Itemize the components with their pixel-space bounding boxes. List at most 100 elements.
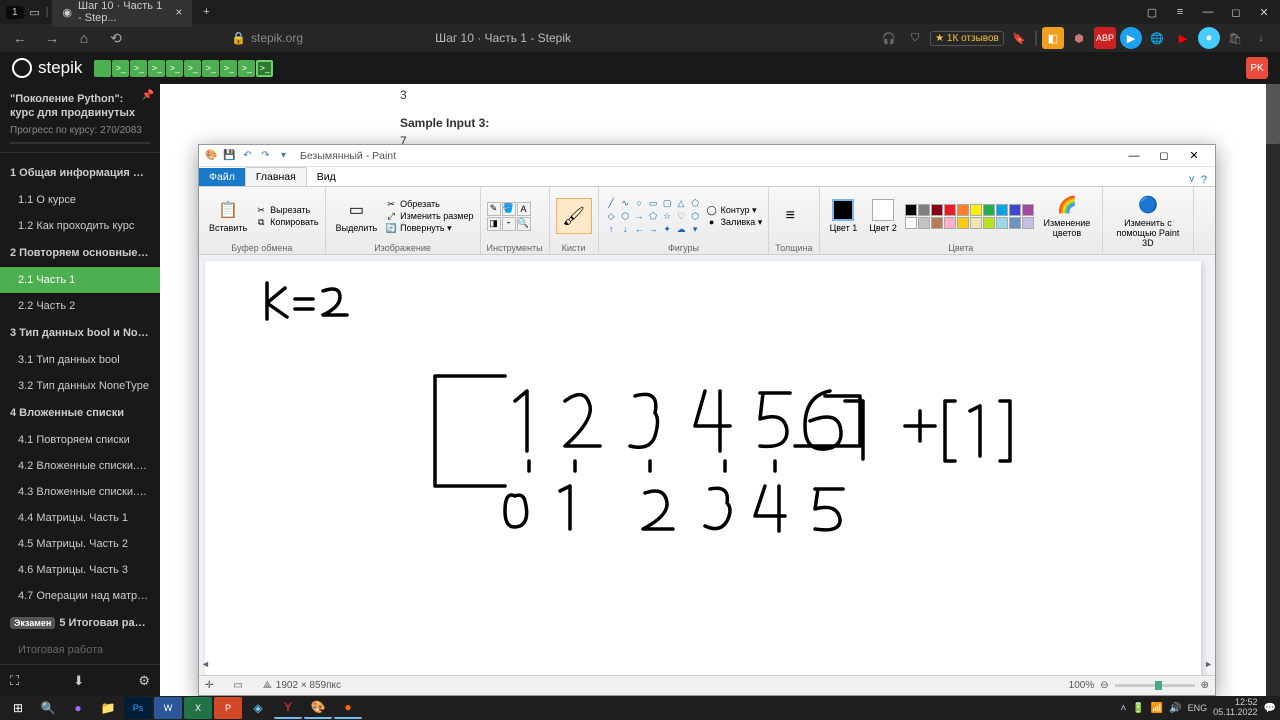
youtube-icon[interactable]: ▶ [1172, 27, 1194, 49]
sidebar-section[interactable]: Экзамен5 Итоговая работа... [0, 609, 160, 637]
palette-swatch[interactable] [957, 204, 969, 216]
palette-swatch[interactable] [1009, 204, 1021, 216]
bookmark-icon[interactable]: 🔖 [1008, 27, 1030, 49]
step-pill[interactable]: >_ [238, 60, 255, 77]
task-explorer[interactable]: 📁 [94, 697, 122, 719]
abp-icon[interactable]: ABP [1094, 27, 1116, 49]
text-tool-icon[interactable]: A [517, 202, 531, 216]
sidebar-item[interactable]: 2.2 Часть 2 [0, 293, 160, 319]
step-pill[interactable]: >_ [112, 60, 129, 77]
sidebar-section[interactable]: 1 Общая информация о ку... [0, 159, 160, 187]
palette-swatch[interactable] [1009, 217, 1021, 229]
palette-swatch[interactable] [931, 204, 943, 216]
rotate-button[interactable]: 🔄Повернуть ▾ [385, 223, 473, 234]
task-photoshop[interactable]: Ps [124, 697, 152, 719]
tab-count[interactable]: 1 [6, 6, 24, 19]
sidebar-item[interactable]: 2.1 Часть 1 [0, 267, 160, 293]
shapes-gallery[interactable]: ╱∿○▭▢△⬠ ◇⬡→⬠☆♡⬡ ↑↓←→✦☁▾ [605, 197, 702, 235]
paint-maximize-button[interactable]: ◻ [1149, 146, 1179, 166]
task-app-1[interactable]: ● [64, 697, 92, 719]
task-paint[interactable]: 🎨 [304, 697, 332, 719]
minimize-icon[interactable]: — [1198, 2, 1218, 22]
settings-icon[interactable]: ⚙ [138, 673, 150, 689]
paint-minimize-button[interactable]: — [1119, 146, 1149, 166]
color2-button[interactable]: Цвет 2 [865, 197, 901, 235]
fill-button[interactable]: ●Заливка ▾ [706, 217, 763, 228]
tray-lang[interactable]: ENG [1188, 703, 1208, 713]
back-button[interactable]: ← [8, 26, 32, 50]
forward-button[interactable]: → [40, 26, 64, 50]
zoom-in-button[interactable]: ⊕ [1201, 680, 1209, 691]
ribbon-minimize-icon[interactable]: ˅ [1188, 174, 1194, 186]
palette-swatch[interactable] [970, 217, 982, 229]
ribbon-tab-file[interactable]: Файл [199, 168, 245, 186]
sidebar-item[interactable]: 4.1 Повторяем списки [0, 427, 160, 453]
paint3d-button[interactable]: 🔵 Изменить с помощью Paint 3D [1109, 192, 1187, 250]
paint-close-button[interactable]: ✕ [1179, 146, 1209, 166]
reload-button[interactable]: ⟲ [104, 26, 128, 50]
browser-menu-icon[interactable]: ≡ [1170, 2, 1190, 22]
sidebar-item[interactable]: Итоговая работа [0, 637, 160, 663]
ext-2-icon[interactable]: ⬢ [1068, 27, 1090, 49]
palette-swatch[interactable] [983, 204, 995, 216]
sidebar-item[interactable]: 4.5 Матрицы. Часть 2 [0, 531, 160, 557]
picker-tool-icon[interactable]: ⁃ [502, 217, 516, 231]
new-tab-button[interactable]: + [196, 2, 216, 22]
ribbon-tab-view[interactable]: Вид [307, 168, 346, 186]
palette-swatch[interactable] [944, 217, 956, 229]
paint-canvas[interactable] [205, 261, 1201, 675]
step-pill[interactable]: >_ [130, 60, 147, 77]
palette-swatch[interactable] [996, 204, 1008, 216]
brush-button[interactable]: 🖌 [556, 198, 592, 234]
fill-tool-icon[interactable]: 🪣 [502, 202, 516, 216]
palette-swatch[interactable] [1022, 217, 1034, 229]
thickness-button[interactable]: ≡ [775, 203, 805, 229]
browser-tab-active[interactable]: ◉ Шаг 10 · Часть 1 - Step... × [52, 0, 192, 27]
sidebar-item[interactable]: 3.1 Тип данных bool [0, 347, 160, 373]
task-yandex[interactable]: Y [274, 697, 302, 719]
shield-icon[interactable]: ⛉ [904, 27, 926, 49]
window-restore-icon[interactable]: ▢ [1142, 2, 1162, 22]
palette-swatch[interactable] [1022, 204, 1034, 216]
close-window-icon[interactable]: ✕ [1254, 2, 1274, 22]
sidebar-section[interactable]: 2 Повторяем основные ко... [0, 239, 160, 267]
canvas-hscroll[interactable] [201, 659, 1213, 673]
sidebar-item[interactable]: 1.1 О курсе [0, 187, 160, 213]
headphones-icon[interactable]: 🎧 [878, 27, 900, 49]
palette-swatch[interactable] [996, 217, 1008, 229]
edit-colors-button[interactable]: 🌈 Изменение цветов [1038, 192, 1096, 240]
cart-icon[interactable]: 🛍 [1224, 27, 1246, 49]
palette-swatch[interactable] [983, 217, 995, 229]
help-icon[interactable]: ? [1201, 174, 1207, 186]
eraser-tool-icon[interactable]: ◨ [487, 217, 501, 231]
reviews-badge[interactable]: ★ 1К отзывов [930, 31, 1004, 46]
globe-icon[interactable]: 🌐 [1146, 27, 1168, 49]
tray-battery-icon[interactable]: 🔋 [1132, 703, 1144, 714]
sidebar-item[interactable]: 4.6 Матрицы. Часть 3 [0, 557, 160, 583]
pin-icon[interactable]: 📌 [142, 90, 154, 101]
task-word[interactable]: W [154, 697, 182, 719]
palette-swatch[interactable] [931, 217, 943, 229]
address-bar[interactable]: 🔒 stepik.org Шаг 10 · Часть 1 - Stepik [136, 31, 870, 45]
palette-swatch[interactable] [905, 217, 917, 229]
sidebar-item[interactable]: 4.3 Вложенные списки. Ча... [0, 479, 160, 505]
tray-volume-icon[interactable]: 🔊 [1169, 703, 1181, 714]
home-button[interactable]: ⌂ [72, 26, 96, 50]
palette-swatch[interactable] [905, 204, 917, 216]
download-icon[interactable]: ↓ [1250, 27, 1272, 49]
sidebar-item[interactable]: 3.2 Тип данных NoneType [0, 373, 160, 399]
color1-button[interactable]: Цвет 1 [826, 197, 862, 235]
ext-1-icon[interactable]: ◧ [1042, 27, 1064, 49]
step-pill[interactable]: >_ [184, 60, 201, 77]
tray-expand-icon[interactable]: ˄ [1120, 703, 1126, 714]
step-pill[interactable]: >_ [220, 60, 237, 77]
palette-swatch[interactable] [918, 204, 930, 216]
palette-swatch[interactable] [918, 217, 930, 229]
paste-button[interactable]: 📋 Вставить [205, 197, 251, 235]
step-pill[interactable]: >_ [202, 60, 219, 77]
tray-clock[interactable]: 12:52 05.11.2022 [1213, 698, 1257, 718]
task-app-3[interactable]: ● [334, 697, 362, 719]
maximize-icon[interactable]: ◻ [1226, 2, 1246, 22]
notifications-icon[interactable]: 💬 [1264, 703, 1276, 714]
paint-titlebar[interactable]: 🎨 💾 ↶ ↷ ▾ Безымянный - Paint — ◻ ✕ [199, 145, 1215, 167]
